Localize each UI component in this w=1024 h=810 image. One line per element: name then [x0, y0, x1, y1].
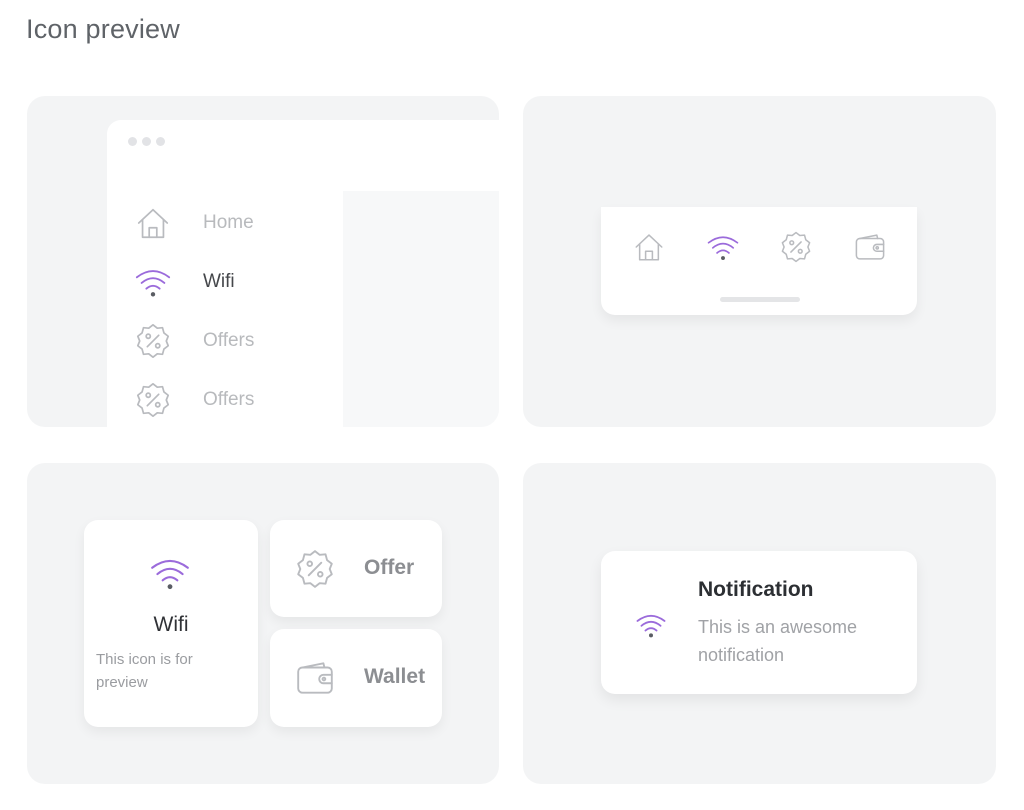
window-controls — [128, 137, 165, 146]
wallet-icon — [294, 657, 336, 699]
window-content-area — [343, 191, 499, 427]
offer-icon — [779, 230, 813, 264]
card-label: Offer — [364, 556, 415, 579]
tab-home[interactable] — [629, 227, 669, 267]
home-icon — [632, 230, 666, 264]
notification-preview-panel: Notification This is an awesome notifica… — [523, 463, 996, 784]
wallet-icon — [853, 230, 887, 264]
tabbar-preview-panel — [523, 96, 996, 427]
sidebar-item-label: Home — [203, 212, 254, 233]
tab-wallet[interactable] — [850, 227, 890, 267]
sidebar-item-label: Offers — [203, 389, 255, 410]
sidebar-item-offers[interactable]: Offers — [133, 378, 313, 422]
notification-title: Notification — [698, 578, 814, 601]
tab-offer[interactable] — [776, 227, 816, 267]
sidebar-item-offers[interactable]: Offers — [133, 319, 313, 363]
window-dot — [128, 137, 137, 146]
bottom-tab-bar — [601, 207, 917, 315]
window-dot — [142, 137, 151, 146]
offer-card[interactable]: Offer — [270, 520, 442, 617]
wifi-card[interactable]: Wifi This icon is for preview — [84, 520, 258, 727]
window-dot — [156, 137, 165, 146]
notification-body: This is an awesome notification — [698, 617, 858, 665]
home-icon — [133, 203, 173, 243]
wifi-icon — [133, 262, 173, 302]
sidebar-preview-panel: Home Wifi Offers Offers — [27, 96, 499, 427]
home-indicator — [720, 297, 800, 302]
tab-wifi[interactable] — [703, 227, 743, 267]
wifi-icon — [706, 230, 740, 264]
cards-preview-panel: Wifi This icon is for preview Offer Wall… — [27, 463, 499, 784]
sidebar-item-wifi[interactable]: Wifi — [133, 260, 313, 304]
card-label: Wallet — [364, 665, 426, 688]
sidebar-item-label: Offers — [203, 330, 255, 351]
offer-icon — [133, 321, 173, 361]
notification-card[interactable]: Notification This is an awesome notifica… — [601, 551, 917, 694]
card-title: Wifi — [153, 613, 189, 636]
app-window: Home Wifi Offers Offers — [107, 120, 499, 427]
offer-icon — [294, 548, 336, 590]
wifi-icon — [149, 552, 191, 594]
sidebar-item-home[interactable]: Home — [133, 201, 313, 245]
sidebar-item-label: Wifi — [203, 271, 235, 292]
page-title: Icon preview — [26, 14, 180, 44]
wallet-card[interactable]: Wallet — [270, 629, 442, 727]
card-description: This icon is for preview — [96, 651, 193, 691]
wifi-icon — [635, 609, 667, 641]
offer-icon — [133, 380, 173, 420]
